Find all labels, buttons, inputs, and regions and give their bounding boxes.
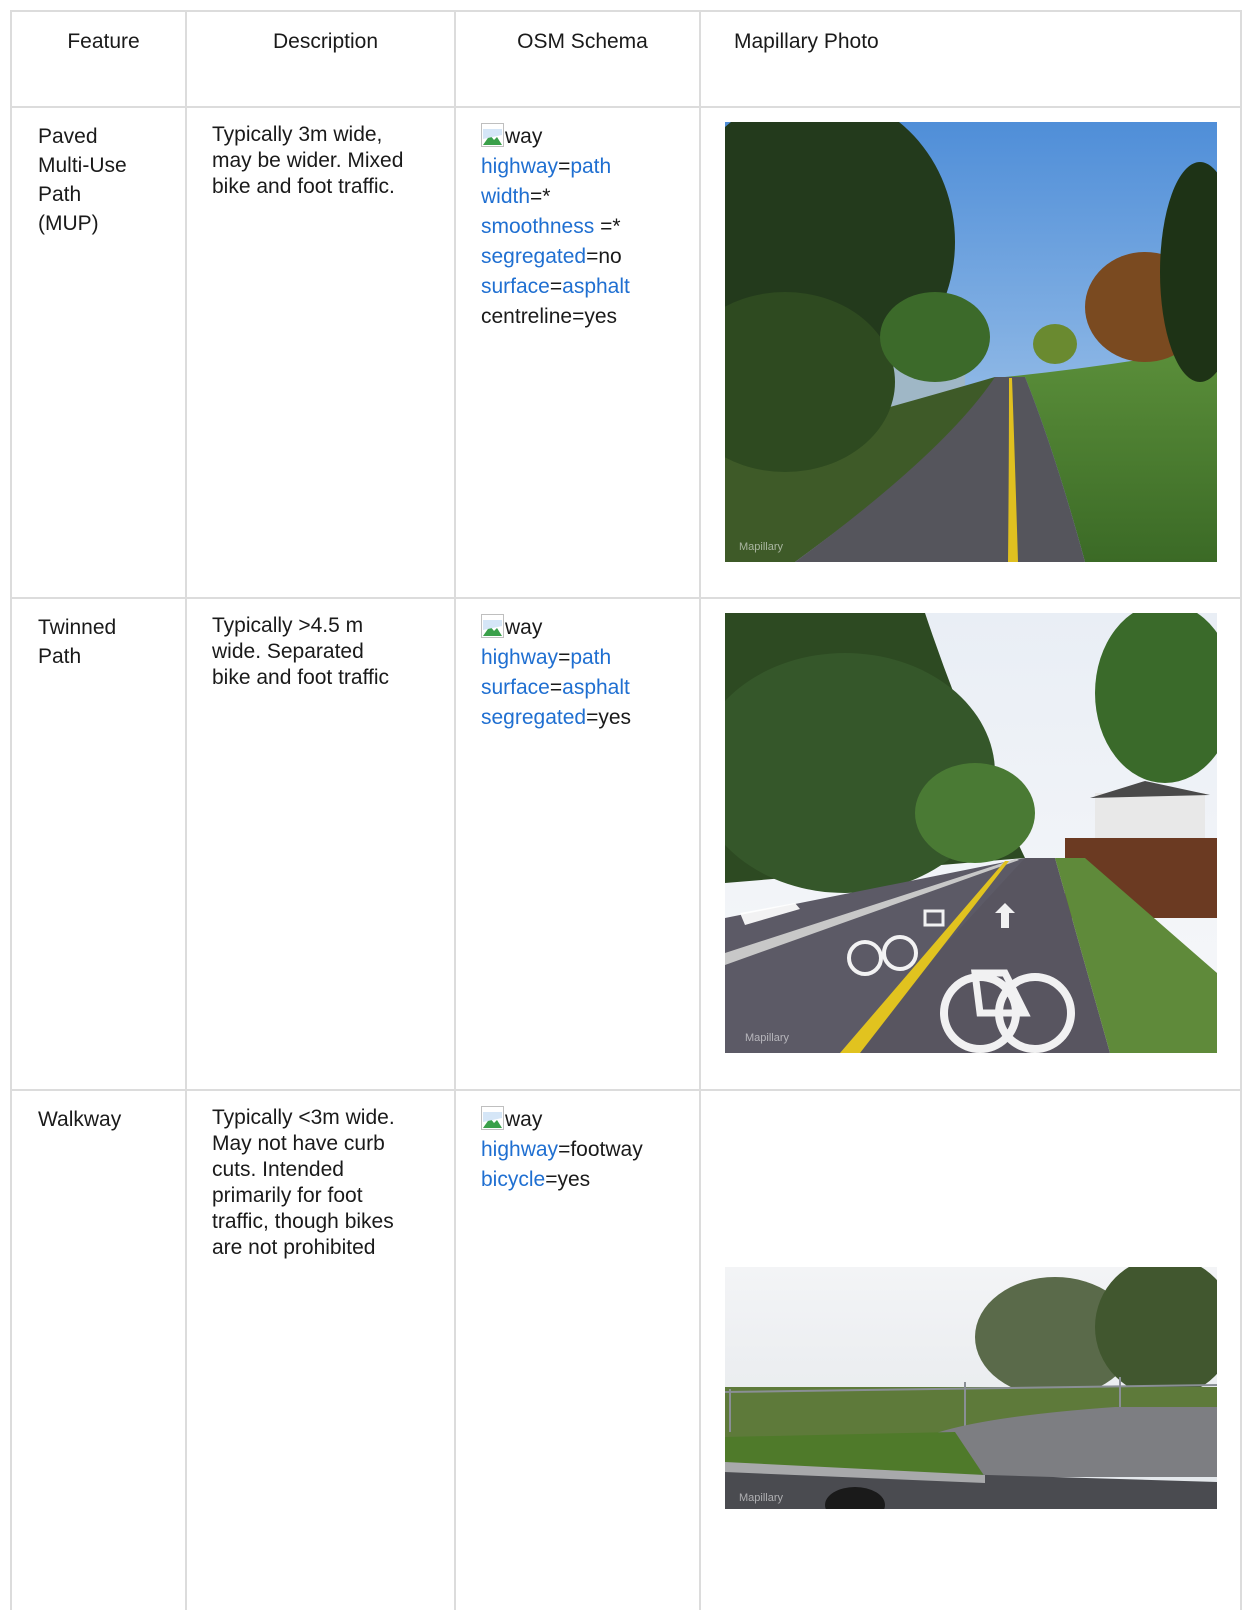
- tag-line: highway=path: [481, 643, 689, 673]
- feature-name-line: Twinned: [38, 616, 117, 639]
- tag-key-link[interactable]: surface: [481, 275, 550, 298]
- tag-line: smoothness =*: [481, 212, 689, 242]
- tag-key: centreline: [481, 305, 573, 328]
- tag-key-link[interactable]: smoothness: [481, 215, 594, 238]
- tag-line: segregated=yes: [481, 703, 689, 733]
- description-line: Typically >4.5 m: [212, 614, 364, 637]
- tag-key-link[interactable]: highway: [481, 646, 558, 669]
- tag-value: yes: [557, 1168, 591, 1191]
- tag-value-link[interactable]: path: [570, 646, 611, 669]
- header-osm-schema: OSM Schema: [454, 10, 701, 108]
- broken-image-icon: [481, 123, 504, 147]
- table-row: Walkway Typically <3m wide. May not have…: [10, 1089, 1242, 1610]
- feature-cell: Twinned Path: [10, 597, 187, 1091]
- tag-eq: =: [549, 676, 563, 699]
- feature-name-line: Multi-Use: [38, 154, 127, 177]
- description-line: May not have curb: [212, 1132, 385, 1155]
- header-feature: Feature: [10, 10, 187, 108]
- tag-eq: =: [558, 1138, 571, 1161]
- tag-eq: =: [545, 1168, 558, 1191]
- description-line: bike and foot traffic.: [212, 175, 395, 198]
- tag-eq: =: [586, 245, 599, 268]
- tag-value: no: [598, 245, 622, 268]
- mapillary-photo-twinned[interactable]: Mapillary: [725, 613, 1217, 1053]
- mapillary-photo-mup[interactable]: Mapillary: [725, 122, 1217, 562]
- tag-eq: =*: [530, 185, 551, 208]
- way-line: way: [481, 613, 689, 643]
- table-row: Paved Multi-Use Path (MUP) Typically 3m …: [10, 106, 1242, 599]
- tag-key-link[interactable]: highway: [481, 155, 558, 178]
- mapillary-watermark: Mapillary: [739, 1492, 784, 1504]
- header-description: Description: [185, 10, 456, 108]
- mapillary-watermark: Mapillary: [739, 541, 784, 553]
- tag-key-link[interactable]: segregated: [481, 245, 586, 268]
- table-row: Twinned Path Typically >4.5 m wide. Sepa…: [10, 597, 1242, 1091]
- table-header-row: Feature Description OSM Schema Mapillary…: [10, 10, 1242, 108]
- tag-line: surface=asphalt: [481, 272, 689, 302]
- feature-cell: Walkway: [10, 1089, 187, 1610]
- description-cell: Typically >4.5 m wide. Separated bike an…: [185, 597, 456, 1091]
- description-line: Typically <3m wide.: [212, 1106, 395, 1129]
- way-label: way: [505, 1108, 543, 1131]
- tag-eq: =: [586, 706, 599, 729]
- mapillary-photo-walkway[interactable]: Mapillary: [725, 1267, 1217, 1509]
- description-line: Typically 3m wide,: [212, 123, 383, 146]
- tag-line: highway=path: [481, 152, 689, 182]
- feature-table: Feature Description OSM Schema Mapillary…: [10, 10, 1242, 1610]
- schema-cell: way highway=path width=* smoothness =* s…: [454, 106, 701, 599]
- tag-eq: =: [558, 646, 571, 669]
- tag-eq: =: [572, 305, 585, 328]
- description-line: bike and foot traffic: [212, 666, 390, 689]
- header-photo: Mapillary Photo: [699, 10, 1242, 108]
- photo-cell: Mapillary: [699, 1089, 1242, 1610]
- feature-cell: Paved Multi-Use Path (MUP): [10, 106, 187, 599]
- way-label: way: [505, 125, 543, 148]
- tag-line: surface=asphalt: [481, 673, 689, 703]
- broken-image-icon: [481, 614, 504, 638]
- description-line: are not prohibited: [212, 1236, 376, 1259]
- description-cell: Typically <3m wide. May not have curb cu…: [185, 1089, 456, 1610]
- description-line: wide. Separated: [212, 640, 364, 663]
- tag-eq: =*: [594, 215, 621, 238]
- tag-line: centreline=yes: [481, 302, 689, 332]
- photo-cell: Mapillary: [699, 597, 1242, 1091]
- tag-key-link[interactable]: width: [481, 185, 530, 208]
- tag-line: width=*: [481, 182, 689, 212]
- tag-value: yes: [598, 706, 632, 729]
- description-line: traffic, though bikes: [212, 1210, 394, 1233]
- feature-name-line: Paved: [38, 125, 98, 148]
- way-label: way: [505, 616, 543, 639]
- feature-name-line: Path: [38, 183, 82, 206]
- tag-value: yes: [584, 305, 618, 328]
- description-line: may be wider. Mixed: [212, 149, 404, 172]
- tag-eq: =: [549, 275, 563, 298]
- tag-line: segregated=no: [481, 242, 689, 272]
- feature-name-line: Walkway: [38, 1108, 122, 1131]
- feature-name-line: (MUP): [38, 212, 99, 235]
- way-line: way: [481, 122, 689, 152]
- broken-image-icon: [481, 1106, 504, 1130]
- tag-line: highway=footway: [481, 1135, 689, 1165]
- tag-key-link[interactable]: highway: [481, 1138, 558, 1161]
- tag-key-link[interactable]: segregated: [481, 706, 586, 729]
- description-cell: Typically 3m wide, may be wider. Mixed b…: [185, 106, 456, 599]
- mapillary-watermark: Mapillary: [745, 1032, 790, 1044]
- tag-key-link[interactable]: surface: [481, 676, 550, 699]
- tag-value-link[interactable]: path: [570, 155, 611, 178]
- feature-name-line: Path: [38, 645, 82, 668]
- schema-cell: way highway=footway bicycle=yes: [454, 1089, 701, 1610]
- description-line: cuts. Intended: [212, 1158, 344, 1181]
- tag-key-link[interactable]: bicycle: [481, 1168, 545, 1191]
- tag-eq: =: [558, 155, 571, 178]
- photo-cell: Mapillary: [699, 106, 1242, 599]
- way-line: way: [481, 1105, 689, 1135]
- tag-value-link[interactable]: asphalt: [562, 275, 630, 298]
- tag-line: bicycle=yes: [481, 1165, 689, 1195]
- schema-cell: way highway=path surface=asphalt segrega…: [454, 597, 701, 1091]
- tag-value-link[interactable]: asphalt: [562, 676, 630, 699]
- description-line: primarily for foot: [212, 1184, 363, 1207]
- tag-value: footway: [570, 1138, 643, 1161]
